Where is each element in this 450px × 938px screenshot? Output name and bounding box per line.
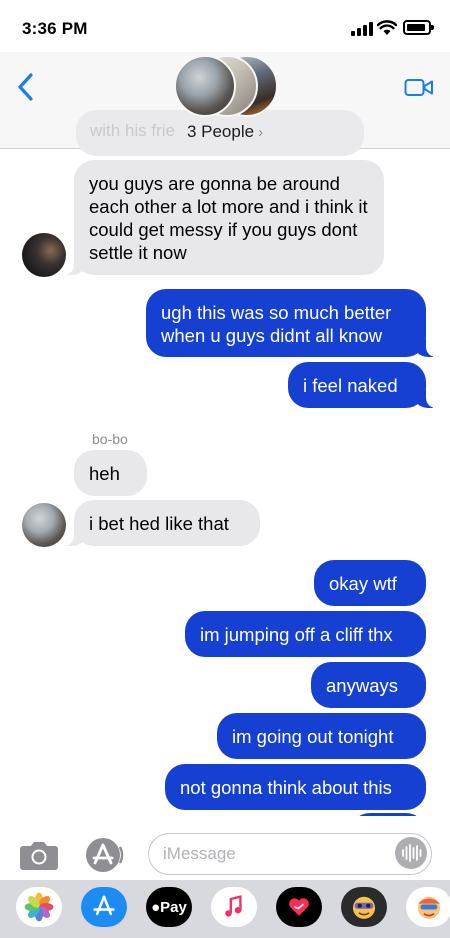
outgoing-message-bubble[interactable]: ugh this was so much better when u guys … bbox=[146, 289, 436, 357]
audio-message-icon[interactable] bbox=[395, 837, 427, 869]
message-text: heh bbox=[89, 463, 120, 484]
avatar[interactable] bbox=[22, 503, 66, 547]
music-icon[interactable] bbox=[211, 887, 257, 927]
status-time: 3:36 PM bbox=[22, 19, 88, 38]
message-text: anyways bbox=[326, 675, 398, 696]
back-chevron-icon[interactable] bbox=[14, 72, 40, 102]
memoji-stickers-icon[interactable] bbox=[406, 887, 450, 927]
outgoing-message-bubble[interactable]: anyways bbox=[311, 662, 426, 708]
group-title-label: 3 People bbox=[186, 122, 255, 141]
avatar[interactable] bbox=[22, 233, 66, 277]
message-text: im jumping off a cliff thx bbox=[200, 624, 393, 645]
chevron-right-icon: › bbox=[258, 124, 264, 141]
outgoing-message-bubble[interactable]: im going out tonight bbox=[217, 713, 426, 759]
sender-name: bo-bo bbox=[92, 431, 128, 447]
outgoing-message-bubble[interactable]: i feel naked bbox=[288, 362, 436, 408]
wifi-icon bbox=[377, 20, 397, 35]
message-input[interactable] bbox=[163, 834, 393, 873]
message-text: ugh this was so much better when u guys … bbox=[161, 302, 392, 346]
apple-pay-icon[interactable]: ●Pay bbox=[146, 887, 192, 927]
app-store-icon[interactable] bbox=[81, 887, 127, 927]
photos-icon[interactable] bbox=[16, 887, 62, 927]
message-composer bbox=[0, 816, 450, 880]
message-text: okay wtf bbox=[329, 573, 397, 594]
status-bar: 3:36 PM bbox=[0, 0, 450, 52]
app-drawer: ●Pay bbox=[0, 880, 450, 938]
group-title[interactable]: 3 People › bbox=[0, 122, 450, 142]
message-list[interactable]: you guys are gonna be around each other … bbox=[0, 149, 450, 816]
apple-pay-label: Pay bbox=[160, 898, 187, 916]
app-store-icon[interactable] bbox=[84, 836, 126, 874]
message-text: you guys are gonna be around each other … bbox=[89, 173, 368, 263]
message-text: im going out tonight bbox=[232, 726, 394, 747]
message-text: i bet hed like that bbox=[89, 513, 229, 534]
outgoing-message-bubble[interactable]: im jumping off a cliff thx bbox=[185, 611, 426, 657]
conversation-header: with his frie 3 People › bbox=[0, 52, 450, 156]
incoming-message-bubble[interactable]: i bet hed like that bbox=[64, 500, 260, 546]
video-call-icon[interactable] bbox=[404, 77, 434, 99]
incoming-message-bubble[interactable]: you guys are gonna be around each other … bbox=[64, 160, 384, 275]
battery-icon bbox=[403, 20, 434, 35]
message-field[interactable] bbox=[148, 833, 432, 875]
camera-icon[interactable] bbox=[19, 839, 59, 871]
message-text: not gonna think about this bbox=[180, 777, 392, 798]
memoji-icon[interactable] bbox=[341, 887, 387, 927]
group-avatar-stack[interactable] bbox=[174, 55, 278, 119]
outgoing-message-bubble[interactable]: not gonna think about this bbox=[165, 764, 426, 810]
outgoing-message-bubble[interactable]: okay wtf bbox=[314, 560, 426, 606]
incoming-message-bubble[interactable]: heh bbox=[74, 450, 147, 496]
message-text: i feel naked bbox=[303, 375, 398, 396]
avatar bbox=[174, 55, 236, 117]
signal-icon bbox=[351, 22, 373, 36]
digital-touch-icon[interactable] bbox=[276, 887, 322, 927]
